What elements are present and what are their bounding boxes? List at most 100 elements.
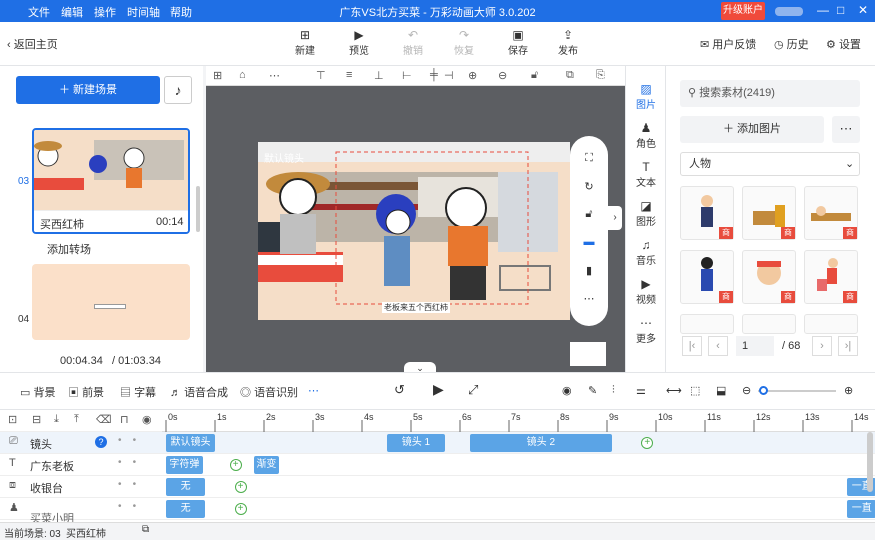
tab-text[interactable]: T 文本 (626, 160, 666, 189)
adjust-icon[interactable]: ⚌ (636, 384, 646, 397)
more-tools-button[interactable]: ⋯ (308, 384, 319, 397)
add-keyframe-icon[interactable]: + (641, 437, 654, 449)
ratio-icon[interactable]: ⬚ (690, 384, 700, 397)
landscape-icon[interactable]: ▬ (570, 236, 608, 248)
scene-scrollbar[interactable] (196, 186, 200, 232)
play-icon[interactable]: ▶ (433, 381, 444, 398)
visibility-icon[interactable]: ◉ (142, 413, 152, 426)
asset-thumb[interactable] (742, 314, 796, 334)
camera-icon[interactable]: ◉ (562, 384, 572, 397)
zoom-in-icon[interactable]: ⊕ (468, 69, 477, 82)
more-icon[interactable]: ⋯ (269, 69, 280, 82)
next-page-button[interactable]: › (812, 336, 832, 356)
timeline-clip[interactable]: 镜头 2 (469, 434, 612, 452)
lock-all-icon[interactable]: ⊓ (120, 413, 129, 426)
asset-thumb[interactable]: 商 (742, 250, 796, 304)
asset-thumb[interactable]: 商 (804, 186, 858, 240)
undo-button[interactable]: ↶ 撤销 (395, 28, 431, 57)
timeline-clip[interactable]: 默认镜头 (166, 434, 215, 452)
scene-thumbnail[interactable] (32, 264, 190, 340)
timeline-scrollbar[interactable] (867, 432, 873, 492)
last-page-button[interactable]: ›| (838, 336, 858, 356)
category-select[interactable]: 人物 ⌄ (680, 152, 860, 176)
preview-button[interactable]: ▶ 预览 (341, 28, 377, 57)
move-down-icon[interactable]: ⤓ (54, 413, 59, 426)
tab-character[interactable]: ♟ 角色 (626, 121, 666, 150)
back-home-button[interactable]: ‹ 返回主页 (7, 36, 58, 52)
unlock-icon[interactable]: 🔓︎ (570, 208, 608, 221)
background-button[interactable]: ▭ 背景 (20, 384, 55, 400)
tab-shape[interactable]: ◪ 图形 (626, 199, 666, 228)
scene-switch-icon[interactable]: ⧉ (142, 524, 149, 535)
foreground-button[interactable]: ▣ 前景 (68, 384, 104, 400)
asset-thumb[interactable]: 商 (742, 186, 796, 240)
asset-thumb[interactable] (680, 314, 734, 334)
rotate-icon[interactable]: ↻ (570, 180, 608, 193)
scene-canvas[interactable]: 默认镜头 老板来五个西红柿 (258, 142, 570, 320)
fit-screen-icon[interactable]: ⛶ (570, 152, 608, 165)
scene-thumbnail-active[interactable]: 买西红柿 00:14 (32, 128, 190, 234)
tab-image[interactable]: ▨ 图片 (626, 82, 666, 111)
home-icon[interactable]: ⌂ (239, 69, 246, 81)
tab-more[interactable]: ⋯ 更多 (626, 316, 666, 345)
add-keyframe-icon[interactable]: + (234, 503, 247, 515)
zoom-out-icon[interactable]: ⊖ (498, 69, 507, 82)
asset-thumb[interactable] (804, 314, 858, 334)
mini-preview[interactable] (570, 342, 606, 366)
edit-icon[interactable]: ✎ (588, 384, 597, 397)
timeline-clip[interactable]: 字符弹 (166, 456, 203, 474)
subtitle-button[interactable]: ▤ 字幕 (120, 384, 156, 400)
align-center-icon[interactable]: ╪ (430, 69, 438, 81)
ratio-alt-icon[interactable]: ⬓ (716, 384, 726, 397)
prev-page-button[interactable]: ‹ (708, 336, 728, 356)
fit-width-icon[interactable]: ⟷ (666, 384, 682, 397)
asset-search-input[interactable]: ⚲ 搜索素材(2419) (680, 80, 860, 107)
add-track-icon[interactable]: ⊡ (8, 413, 17, 426)
timeline-zoom-out-icon[interactable]: ⊖ (742, 384, 751, 397)
timeline-clip[interactable]: 一直 (847, 500, 875, 518)
expand-panel-button[interactable]: › (608, 206, 622, 230)
settings-button[interactable]: ⚙ 设置 (826, 36, 861, 52)
zoom-slider-handle[interactable] (759, 386, 768, 395)
track-dots[interactable]: • • (118, 479, 136, 490)
filter-icon[interactable]: ⫶ (612, 384, 615, 397)
tts-button[interactable]: ♬ 语音合成 (170, 384, 228, 400)
timeline-zoom-in-icon[interactable]: ⊕ (844, 384, 853, 397)
copy-icon[interactable]: ⧉ (566, 69, 574, 82)
align-right-icon[interactable]: ⊣ (444, 69, 454, 82)
close-button[interactable]: ✕ (858, 3, 868, 17)
minimize-button[interactable]: — (817, 3, 829, 17)
more-tools-icon[interactable]: ⋯ (570, 292, 608, 305)
time-ruler[interactable]: 0s 1s 2s 3s 4s 5s 6s 7s 8s 9s 10s 11s 12s 13s 14s (162, 410, 875, 432)
paste-icon[interactable]: ⎘ (596, 69, 605, 82)
portrait-icon[interactable]: ▮ (570, 264, 608, 277)
timeline-clip[interactable]: 无 (166, 500, 206, 518)
align-bottom-icon[interactable]: ⊥ (374, 69, 384, 82)
tab-music[interactable]: ♫ 音乐 (626, 238, 666, 267)
asset-more-button[interactable]: ⋯ (832, 116, 860, 143)
asset-thumb[interactable]: 商 (680, 250, 734, 304)
delete-icon[interactable]: ⌫ (96, 413, 112, 426)
feedback-button[interactable]: ✉ 用户反馈 (700, 36, 756, 52)
history-button[interactable]: ◷ 历史 (774, 36, 809, 52)
music-button[interactable]: ♪ (164, 76, 192, 104)
track-dots[interactable]: • • (118, 457, 136, 468)
grid-icon[interactable]: ⊞ (213, 69, 222, 82)
lock-icon[interactable]: 🔓︎ (531, 69, 538, 82)
save-button[interactable]: ▣ 保存 (500, 28, 536, 57)
add-transition-link[interactable]: 添加转场 (47, 241, 91, 257)
align-middle-icon[interactable]: ≡ (346, 69, 352, 81)
timeline-zoom-slider[interactable] (758, 390, 836, 392)
add-keyframe-icon[interactable]: + (234, 481, 247, 493)
redo-button[interactable]: ↷ 恢复 (446, 28, 482, 57)
new-button[interactable]: ⊞ 新建 (287, 28, 323, 57)
add-folder-icon[interactable]: ⊟ (32, 413, 41, 426)
asset-thumb[interactable]: 商 (804, 250, 858, 304)
new-scene-button[interactable]: ＋ 新建场景 (16, 76, 160, 104)
tab-video[interactable]: ▶ 视频 (626, 277, 666, 306)
timeline-clip[interactable]: 无 (166, 478, 206, 496)
track-dots[interactable]: • • (118, 501, 136, 512)
align-left-icon[interactable]: ⊢ (402, 69, 412, 82)
rewind-icon[interactable]: ↺ (394, 382, 405, 398)
track-dots[interactable]: • • (118, 435, 136, 446)
